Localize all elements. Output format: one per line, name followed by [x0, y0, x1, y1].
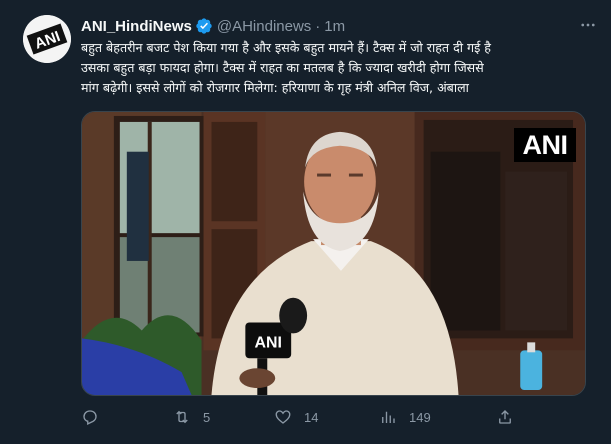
timestamp[interactable]: 1m	[324, 18, 345, 35]
user-handle[interactable]: @AHindinews	[217, 18, 311, 35]
reply-icon	[83, 410, 97, 425]
ani-logo-icon: ANI	[23, 15, 71, 63]
reply-button[interactable]	[81, 405, 111, 429]
tweet-action-bar: 5 14 149	[81, 405, 586, 429]
retweet-icon	[176, 410, 188, 424]
retweet-count: 5	[203, 409, 211, 425]
interview-photo: ANI	[82, 112, 585, 395]
views-count: 149	[409, 409, 431, 425]
mic-label: ANI	[255, 334, 282, 351]
retweet-button[interactable]: 5	[173, 405, 210, 429]
separator-dot: ·	[315, 17, 321, 35]
more-options-button[interactable]	[577, 14, 599, 36]
share-icon	[499, 410, 511, 424]
like-button[interactable]: 14	[274, 405, 318, 429]
views-button[interactable]: 149	[379, 405, 431, 429]
display-name[interactable]: ANI_HindiNews	[81, 18, 192, 35]
tweet-text: बहुत बेहतरीन बजट पेश किया गया है और इसके…	[81, 40, 491, 95]
avatar[interactable]: ANI	[23, 15, 71, 63]
verified-badge-icon	[195, 17, 213, 35]
tweet-card[interactable]: ANI ANI_HindiNews @AHindinews · 1m बहुत …	[0, 0, 611, 444]
ani-watermark: ANI	[514, 128, 576, 162]
tweet-media-image[interactable]: ANI ANI	[81, 111, 586, 396]
more-options-icon	[581, 23, 595, 27]
share-button[interactable]	[496, 405, 514, 429]
like-count: 14	[304, 409, 319, 425]
views-chart-icon	[382, 411, 395, 423]
heart-icon	[275, 410, 291, 424]
tweet-header: ANI_HindiNews @AHindinews · 1m	[81, 16, 345, 36]
